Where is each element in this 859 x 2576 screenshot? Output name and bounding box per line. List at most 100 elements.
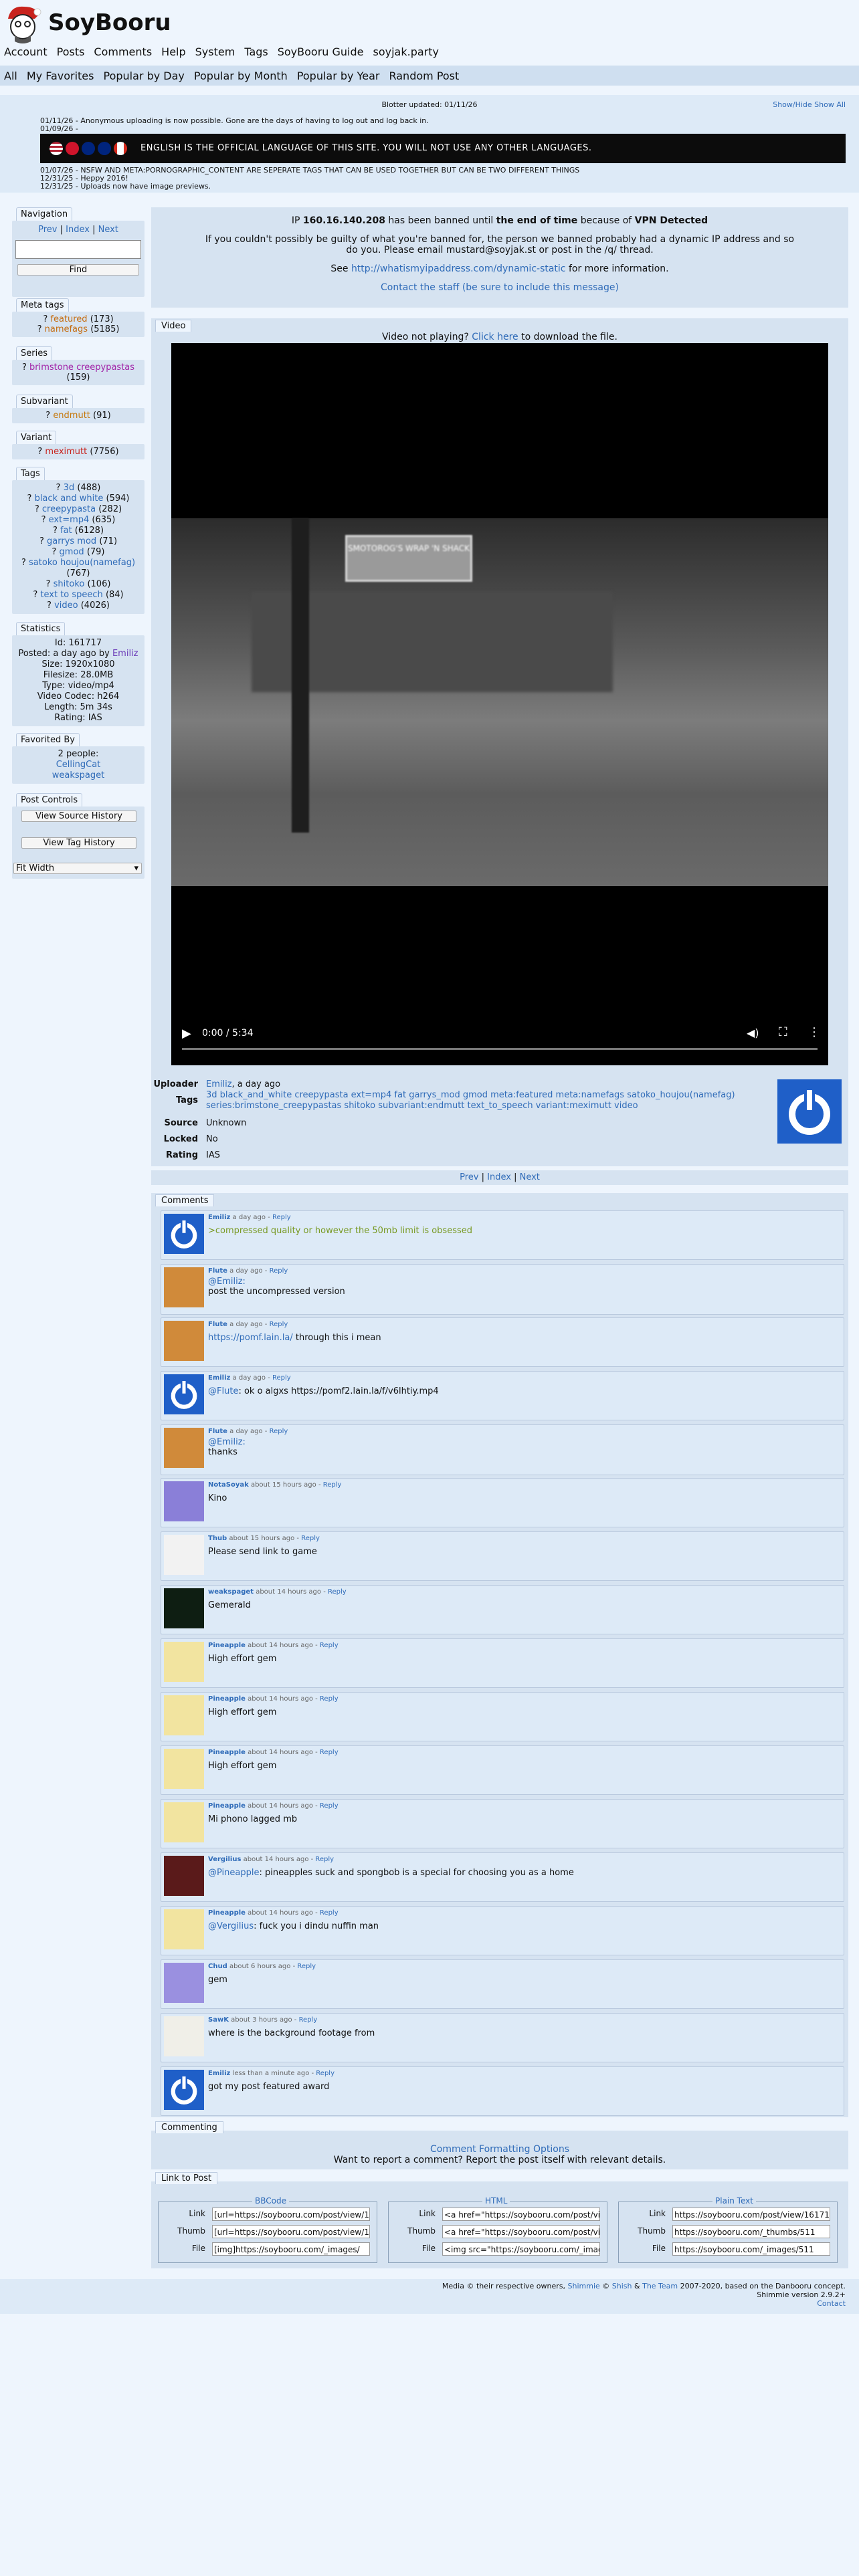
link-row-input[interactable]: <img src="https://soybooru.com/_images/ (442, 2242, 600, 2256)
fit-select[interactable]: Fit Width ▾ (13, 863, 142, 874)
nav-guide[interactable]: SoyBooru Guide (278, 45, 364, 58)
nav-comments[interactable]: Comments (94, 45, 152, 58)
soyjak-logo-icon[interactable] (4, 4, 41, 45)
comment-link[interactable]: https://pomf.lain.la/ (208, 1333, 293, 1343)
tag-link[interactable]: endmutt (53, 411, 90, 421)
find-button[interactable]: Find (17, 264, 139, 276)
link-row-input[interactable]: <a href="https://soybooru.com/post/view/… (442, 2225, 600, 2238)
link-row-input[interactable]: [url=https://soybooru.com/post/view/1617… (212, 2225, 370, 2238)
comment-avatar[interactable] (164, 1481, 204, 1521)
nav-soyjak-party[interactable]: soyjak.party (373, 45, 439, 58)
favorited-user[interactable]: CellingCat (15, 760, 142, 770)
comment-reply-link[interactable]: Reply (270, 1321, 288, 1328)
subnav-popular-year[interactable]: Popular by Year (297, 70, 380, 82)
comment-avatar[interactable] (164, 2016, 204, 2056)
comment-avatar[interactable] (164, 1909, 204, 1949)
tag-help-icon[interactable]: ? (46, 579, 51, 589)
link-row-input[interactable]: https://soybooru.com/post/view/161717 (672, 2208, 830, 2221)
link-row-input[interactable]: [url=https://soybooru.com/post/view/1617… (212, 2208, 370, 2221)
comment-mention[interactable]: @Emiliz: (208, 1277, 345, 1287)
comment-avatar[interactable] (164, 1856, 204, 1896)
footer-contact-link[interactable]: Contact (442, 2299, 846, 2308)
comment-reply-link[interactable]: Reply (315, 1856, 334, 1863)
tag-help-icon[interactable]: ? (37, 324, 42, 334)
more-options-icon[interactable]: ⋮ (808, 1025, 820, 1039)
link-row-input[interactable]: https://soybooru.com/_thumbs/511 (672, 2225, 830, 2238)
comment-author[interactable]: Flute (208, 1428, 227, 1435)
tag-link[interactable]: gmod (60, 547, 84, 557)
view-tag-history-button[interactable]: View Tag History (21, 837, 136, 849)
team-link[interactable]: The Team (642, 2282, 678, 2290)
tag-link[interactable]: black and white (35, 494, 104, 504)
tag-link[interactable]: creepypasta (42, 504, 96, 514)
link-row-input[interactable]: [img]https://soybooru.com/_images/ (212, 2242, 370, 2256)
comment-author[interactable]: Emiliz (208, 2070, 230, 2077)
comment-avatar[interactable] (164, 1588, 204, 1628)
tag-help-icon[interactable]: ? (52, 547, 57, 557)
tag-link[interactable]: brimstone creepypastas (29, 362, 134, 372)
tag-help-icon[interactable]: ? (45, 411, 50, 421)
comment-format-link[interactable]: Comment Formatting Options (151, 2144, 848, 2155)
subnav-all[interactable]: All (4, 70, 17, 82)
tag-link[interactable]: meximutt (45, 447, 87, 457)
tags-list[interactable]: 3d black_and_white creepypasta ext=mp4 f… (206, 1090, 735, 1100)
favorited-user[interactable]: weakspaget (15, 770, 142, 781)
view-source-history-button[interactable]: View Source History (21, 811, 136, 822)
comment-author[interactable]: Flute (208, 1321, 227, 1328)
comment-author[interactable]: Vergilius (208, 1856, 241, 1863)
comment-author[interactable]: NotaSoyak (208, 1481, 249, 1489)
site-title[interactable]: SoyBooru (48, 9, 171, 36)
comment-reply-link[interactable]: Reply (270, 1428, 288, 1435)
tag-link[interactable]: 3d (64, 483, 75, 493)
tag-link[interactable]: fat (60, 526, 72, 536)
nav-prev-link[interactable]: Prev (38, 225, 57, 235)
fullscreen-icon[interactable]: ⛶ (779, 1025, 787, 1039)
tag-link[interactable]: ext=mp4 (49, 515, 90, 525)
blotter-toggle[interactable]: Show/Hide Show All (773, 100, 846, 109)
comment-author[interactable]: Flute (208, 1267, 227, 1275)
comment-avatar[interactable] (164, 1963, 204, 2003)
comment-author[interactable]: Emiliz (208, 1374, 230, 1382)
comment-reply-link[interactable]: Reply (316, 2070, 335, 2077)
comment-mention[interactable]: @Flute (208, 1386, 238, 1396)
comment-reply-link[interactable]: Reply (320, 1642, 339, 1649)
nav-next-link[interactable]: Next (98, 225, 118, 235)
nav-help[interactable]: Help (161, 45, 185, 58)
play-icon[interactable]: ▶ (182, 1027, 191, 1041)
tag-link[interactable]: shitoko (54, 579, 85, 589)
pager-prev[interactable]: Prev (460, 1172, 478, 1182)
uploader-link[interactable]: Emiliz (206, 1079, 232, 1089)
tag-help-icon[interactable]: ? (27, 494, 32, 504)
comment-avatar[interactable] (164, 1802, 204, 1842)
subnav-random-post[interactable]: Random Post (389, 70, 459, 82)
comment-reply-link[interactable]: Reply (299, 2016, 318, 2024)
shimmie-link[interactable]: Shimmie (568, 2282, 600, 2290)
comment-avatar[interactable] (164, 1535, 204, 1575)
comment-avatar[interactable] (164, 1321, 204, 1361)
tag-help-icon[interactable]: ? (35, 504, 39, 514)
comment-author[interactable]: Chud (208, 1963, 227, 1970)
comment-author[interactable]: Pineapple (208, 1642, 246, 1649)
comment-avatar[interactable] (164, 1214, 204, 1254)
video-progress-bar[interactable] (182, 1048, 818, 1050)
comment-reply-link[interactable]: Reply (320, 1749, 339, 1756)
comment-reply-link[interactable]: Reply (301, 1535, 320, 1542)
comment-mention[interactable]: @Emiliz: (208, 1437, 246, 1447)
tag-link[interactable]: video (54, 601, 78, 611)
comment-reply-link[interactable]: Reply (270, 1267, 288, 1275)
tag-help-icon[interactable]: ? (39, 536, 44, 546)
tag-help-icon[interactable]: ? (53, 526, 58, 536)
comment-author[interactable]: weakspaget (208, 1588, 254, 1596)
nav-posts[interactable]: Posts (57, 45, 85, 58)
comment-reply-link[interactable]: Reply (320, 1802, 339, 1810)
tag-help-icon[interactable]: ? (21, 558, 26, 568)
pager-index[interactable]: Index (487, 1172, 511, 1182)
tag-help-icon[interactable]: ? (33, 590, 37, 600)
comment-reply-link[interactable]: Reply (328, 1588, 347, 1596)
comment-reply-link[interactable]: Reply (320, 1695, 339, 1703)
comment-avatar[interactable] (164, 1374, 204, 1414)
nav-system[interactable]: System (195, 45, 235, 58)
nav-tags[interactable]: Tags (244, 45, 268, 58)
subnav-popular-day[interactable]: Popular by Day (103, 70, 184, 82)
contact-staff-link[interactable]: Contact the staff (be sure to include th… (151, 282, 848, 293)
